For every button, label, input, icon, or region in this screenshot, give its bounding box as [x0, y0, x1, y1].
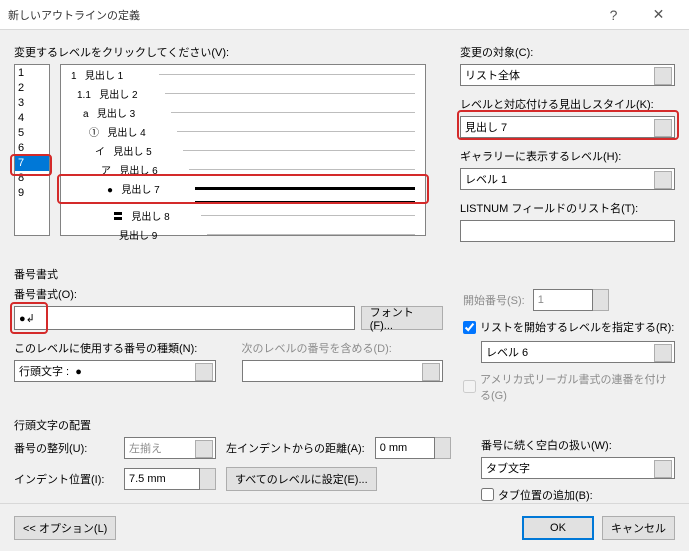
preview-row: 1 見出し 1 — [61, 65, 425, 84]
listnum-label: LISTNUM フィールドのリスト名(T): — [460, 200, 675, 216]
level-item-6[interactable]: 6 — [15, 141, 49, 156]
gallery-select[interactable] — [460, 168, 675, 190]
next-level-select — [242, 360, 444, 382]
preview-row: ● 見出し 7 — [61, 179, 425, 198]
font-button[interactable]: フォント(F)... — [361, 306, 443, 330]
all-levels-button[interactable]: すべてのレベルに設定(E)... — [226, 467, 377, 491]
target-label: 変更の対象(C): — [460, 44, 675, 60]
help-button[interactable]: ? — [591, 0, 636, 29]
space-label: 番号に続く空白の扱い(W): — [481, 437, 675, 453]
preview-row: ア 見出し 6 — [61, 160, 425, 179]
left-indent-label: 左インデントからの距離(A): — [226, 440, 365, 456]
content: 変更するレベルをクリックしてください(V): 123456789 1 見出し 1… — [0, 30, 689, 503]
footer: << オプション(L) OK キャンセル — [0, 503, 689, 551]
cancel-button[interactable]: キャンセル — [602, 516, 675, 540]
tab-checkbox[interactable] — [481, 488, 494, 501]
close-button[interactable]: ✕ — [636, 0, 681, 29]
restart-label: リストを開始するレベルを指定する(R): — [480, 319, 674, 335]
target-select[interactable] — [460, 64, 675, 86]
space-select[interactable] — [481, 457, 675, 479]
align-label: 番号の整列(U): — [14, 440, 114, 456]
dialog-title: 新しいアウトラインの定義 — [8, 7, 591, 23]
tab-checkbox-row[interactable]: タブ位置の追加(B): — [481, 487, 593, 503]
gallery-label: ギャラリーに表示するレベル(H): — [460, 148, 675, 164]
start-number-input — [533, 289, 593, 311]
level-item-5[interactable]: 5 — [15, 126, 49, 141]
level-item-1[interactable]: 1 — [15, 66, 49, 81]
legal-checkbox — [463, 380, 476, 393]
preview-row: ① 見出し 4 — [61, 122, 425, 141]
ok-button[interactable]: OK — [522, 516, 594, 540]
restart-checkbox-row[interactable]: リストを開始するレベルを指定する(R): — [463, 319, 674, 335]
indent-pos-label: インデント位置(I): — [14, 471, 114, 487]
format-label: 番号書式(O): — [14, 286, 443, 302]
indent-pos-input[interactable] — [124, 468, 200, 490]
number-type-select[interactable] — [14, 360, 216, 382]
listnum-input[interactable] — [460, 220, 675, 242]
legal-checkbox-row: アメリカ式リーガル書式の連番を付ける(G) — [463, 371, 675, 403]
restart-level-select[interactable] — [481, 341, 675, 363]
level-item-2[interactable]: 2 — [15, 81, 49, 96]
level-item-4[interactable]: 4 — [15, 111, 49, 126]
restart-checkbox[interactable] — [463, 321, 476, 334]
preview-row: 見出し 9 — [61, 225, 425, 244]
preview-row: イ 見出し 5 — [61, 141, 425, 160]
format-section-label: 番号書式 — [14, 266, 675, 282]
level-item-9[interactable]: 9 — [15, 186, 49, 201]
titlebar: 新しいアウトラインの定義 ? ✕ — [0, 0, 689, 30]
align-select — [124, 437, 216, 459]
style-label: レベルと対応付ける見出しスタイル(K): — [460, 96, 675, 112]
level-item-8[interactable]: 8 — [15, 171, 49, 186]
preview-row: a 見出し 3 — [61, 103, 425, 122]
number-format-input[interactable]: ●↲ — [14, 306, 355, 330]
outline-preview: 1 見出し 11.1 見出し 2a 見出し 3① 見出し 4イ 見出し 5ア 見… — [60, 64, 426, 236]
level-item-3[interactable]: 3 — [15, 96, 49, 111]
next-level-label: 次のレベルの番号を含める(D): — [242, 340, 444, 356]
number-type-label: このレベルに使用する番号の種類(N): — [14, 340, 216, 356]
preview-row: 1.1 見出し 2 — [61, 84, 425, 103]
start-number-label: 開始番号(S): — [463, 292, 525, 308]
preview-row: 〓 見出し 8 — [61, 206, 425, 225]
position-section-label: 行頭文字の配置 — [14, 417, 675, 433]
tab-label: タブ位置の追加(B): — [498, 487, 593, 503]
left-indent-input[interactable] — [375, 437, 435, 459]
style-select[interactable] — [460, 116, 675, 138]
level-click-label: 変更するレベルをクリックしてください(V): — [14, 44, 444, 60]
level-list[interactable]: 123456789 — [14, 64, 50, 236]
legal-label: アメリカ式リーガル書式の連番を付ける(G) — [480, 371, 675, 403]
level-item-7[interactable]: 7 — [15, 156, 49, 171]
options-button[interactable]: << オプション(L) — [14, 516, 116, 540]
